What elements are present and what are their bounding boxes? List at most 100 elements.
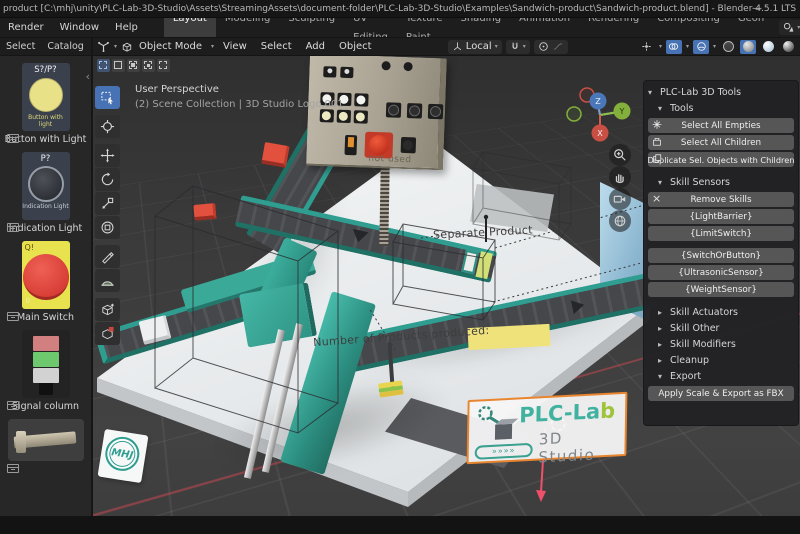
select-intersect-icon[interactable] xyxy=(157,59,170,72)
chevron-down-icon[interactable]: ▾ xyxy=(114,43,117,50)
minimize-button[interactable]: — xyxy=(746,0,768,18)
shading-solid-button[interactable] xyxy=(740,39,757,54)
ultrasonic-sensor-button[interactable]: {UltrasonicSensor} xyxy=(648,265,794,280)
section-tools[interactable]: ▾ Tools xyxy=(648,100,794,116)
logo-studio-text: 3D Studio xyxy=(538,429,596,467)
section-skill-actuators[interactable]: ▸ Skill Actuators xyxy=(648,304,794,320)
limit-switch-button[interactable]: {LimitSwitch} xyxy=(648,226,794,241)
weight-sensor-button[interactable]: {WeightSensor} xyxy=(648,282,794,297)
tab-sculpting[interactable]: Sculpting xyxy=(279,18,344,37)
mhj-logo-plate[interactable]: MHJ xyxy=(97,428,149,484)
menu-view[interactable]: View xyxy=(218,41,252,52)
asset-menu-catalog[interactable]: Catalog xyxy=(41,41,89,52)
section-skill-sensors[interactable]: ▾ Skill Sensors xyxy=(648,174,794,190)
perspective-toggle-button[interactable] xyxy=(609,210,631,232)
section-skill-modifiers[interactable]: ▸ Skill Modifiers xyxy=(648,336,794,352)
tab-uv-editing[interactable]: UV Editing xyxy=(344,18,397,37)
show-gizmo-toggle[interactable] xyxy=(639,40,655,54)
select-set-icon[interactable] xyxy=(97,59,110,72)
menu-object[interactable]: Object xyxy=(334,41,377,52)
asset-thumbnail[interactable] xyxy=(7,419,84,461)
asset-item-conveyor[interactable] xyxy=(0,419,91,473)
measure-tool[interactable] xyxy=(95,269,120,292)
section-export[interactable]: ▾ Export xyxy=(648,368,794,384)
menu-select[interactable]: Select xyxy=(256,41,297,52)
chevron-down-icon[interactable]: ▾ xyxy=(713,43,716,50)
scene-selector[interactable]: ▾ Scene × xyxy=(779,20,800,35)
chevron-down-icon[interactable]: ▾ xyxy=(211,43,214,50)
asset-menu-asset[interactable]: Ass xyxy=(90,41,91,52)
tab-texture-paint[interactable]: Texture Paint xyxy=(397,18,452,37)
asset-thumbnail[interactable]: S?/P? Button with light xyxy=(21,63,70,131)
transform-orientation-selector[interactable]: Local ▾ xyxy=(447,39,502,54)
remove-skills-button[interactable]: × Remove Skills xyxy=(648,192,794,207)
chevron-right-icon: ▸ xyxy=(658,339,663,349)
asset-thumbnail[interactable] xyxy=(21,330,70,398)
section-skill-other[interactable]: ▸ Skill Other xyxy=(648,320,794,336)
shading-material-button[interactable] xyxy=(760,40,776,54)
tab-shading[interactable]: Shading xyxy=(452,18,511,37)
asset-library-icon xyxy=(7,401,19,410)
chevron-down-icon[interactable]: ▾ xyxy=(659,43,662,50)
chevron-down-icon: ▾ xyxy=(658,177,663,187)
select-all-children-button[interactable]: Select All Children xyxy=(648,135,794,150)
tab-layout[interactable]: Layout xyxy=(163,18,216,37)
editor-type-icon[interactable] xyxy=(97,40,110,53)
active-object-label: (2) Scene Collection | 3D Studio Logo.00… xyxy=(135,99,344,110)
conveyor-icon: »»»» xyxy=(474,442,533,460)
duplicate-tool[interactable] xyxy=(95,322,120,345)
panel-header[interactable]: ▾ PLC-Lab 3D Tools xyxy=(648,84,794,100)
scale-tool[interactable] xyxy=(95,192,120,215)
transform-tool[interactable] xyxy=(95,216,120,239)
proportional-editing-control[interactable] xyxy=(533,39,568,54)
object-mode-icon xyxy=(121,41,133,53)
asset-item-button-with-light[interactable]: S?/P? Button with light Button with Ligh… xyxy=(0,63,91,145)
tab-geometry-nodes[interactable]: Geon xyxy=(729,18,773,37)
tab-animation[interactable]: Animation xyxy=(510,18,579,37)
select-extend-icon[interactable] xyxy=(112,59,125,72)
asset-thumbnail[interactable]: Q! 0 xyxy=(21,241,70,309)
asset-library-icon xyxy=(7,134,19,143)
cursor-tool[interactable] xyxy=(95,115,120,138)
indicator-lens-image xyxy=(27,166,64,202)
zoom-view-button[interactable] xyxy=(609,144,631,166)
pan-view-button[interactable] xyxy=(609,166,631,188)
apply-scale-export-fbx-button[interactable]: Apply Scale & Export as FBX xyxy=(648,386,794,401)
chevron-down-icon[interactable]: ▾ xyxy=(686,43,689,50)
rotate-tool[interactable] xyxy=(95,168,120,191)
switch-or-button-button[interactable]: {SwitchOrButton} xyxy=(648,248,794,263)
select-subtract-icon[interactable] xyxy=(127,59,140,72)
tab-rendering[interactable]: Rendering xyxy=(579,18,648,37)
menu-add[interactable]: Add xyxy=(301,41,330,52)
asset-item-indication-light[interactable]: P? Indication Light Indication Light xyxy=(0,152,91,234)
menu-render[interactable]: Render xyxy=(0,18,52,37)
shading-rendered-button[interactable] xyxy=(780,40,796,54)
asset-item-main-switch[interactable]: Q! 0 Main Switch xyxy=(0,241,91,323)
light-barrier-button[interactable]: {LightBarrier} xyxy=(648,209,794,224)
move-tool[interactable] xyxy=(95,144,120,167)
menu-window[interactable]: Window xyxy=(52,18,107,37)
mode-selector[interactable]: Object Mode xyxy=(137,41,207,52)
asset-thumbnail[interactable]: P? Indication Light xyxy=(21,152,70,220)
select-invert-icon[interactable] xyxy=(142,59,155,72)
asset-menu-select[interactable]: Select xyxy=(0,41,41,52)
xray-toggle[interactable] xyxy=(693,39,709,54)
snap-control[interactable]: ▾ xyxy=(505,39,530,54)
select-all-empties-button[interactable]: Select All Empties xyxy=(648,118,794,133)
tab-modeling[interactable]: Modeling xyxy=(216,18,280,37)
navigation-gizmo[interactable]: Z Y X xyxy=(563,86,643,153)
shading-wireframe-button[interactable] xyxy=(720,40,736,54)
title-bar: product [C:\mhj\unity\PLC-Lab-3D-Studio\… xyxy=(0,0,800,18)
annotate-tool[interactable] xyxy=(95,245,120,268)
camera-view-button[interactable] xyxy=(609,188,631,210)
tab-compositing[interactable]: Compositing xyxy=(648,18,729,37)
asset-item-signal-column[interactable]: Signal column xyxy=(0,330,91,412)
add-cube-tool[interactable] xyxy=(95,298,120,321)
studio-logo-plate[interactable]: »»»» PLC-Lab 3D Studio xyxy=(466,391,628,467)
asset-library-icon xyxy=(7,223,19,232)
select-box-tool[interactable] xyxy=(95,86,120,109)
section-cleanup[interactable]: ▸ Cleanup xyxy=(648,352,794,368)
show-overlays-toggle[interactable] xyxy=(665,39,682,54)
duplicate-with-children-button[interactable]: Duplicate Sel. Objects with Children xyxy=(648,152,794,167)
menu-help[interactable]: Help xyxy=(107,18,146,37)
